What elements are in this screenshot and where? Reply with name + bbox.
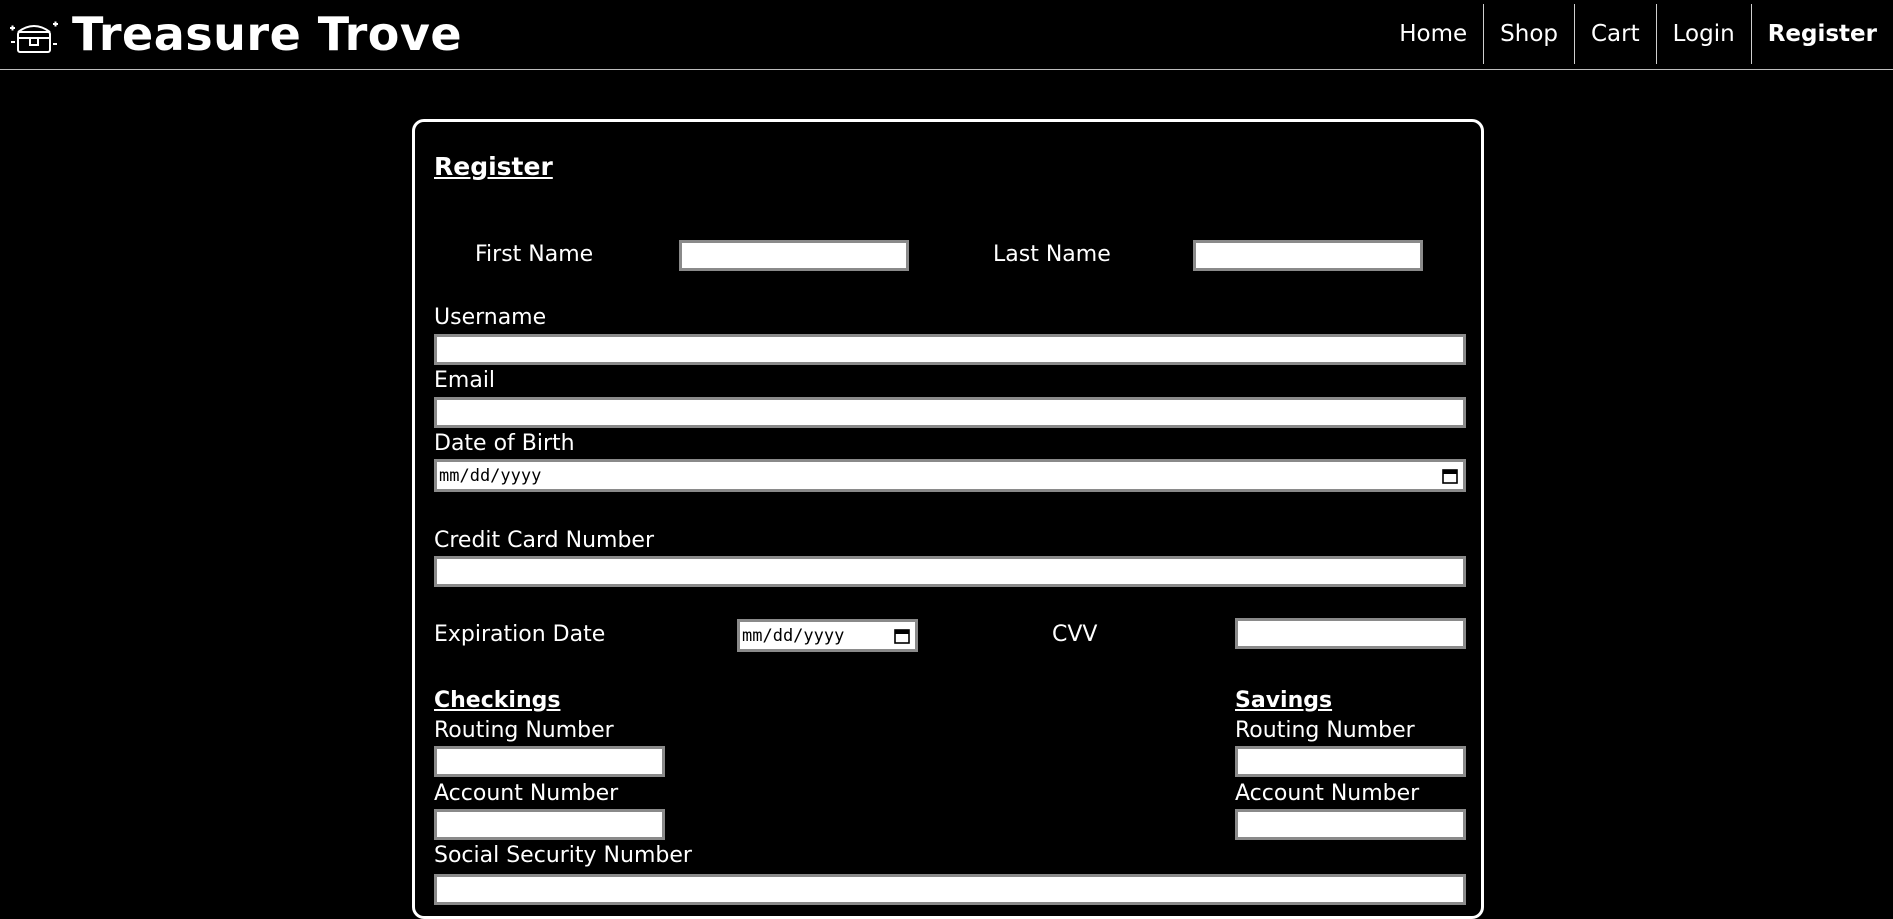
nav-login[interactable]: Login	[1655, 4, 1751, 64]
expiration-placeholder: mm/dd/yyyy	[742, 625, 845, 646]
last-name-label: Last Name	[993, 242, 1111, 267]
dob-placeholder: mm/dd/yyyy	[439, 465, 542, 486]
checkings-account-label: Account Number	[434, 781, 619, 806]
nav-home[interactable]: Home	[1383, 4, 1483, 64]
nav-register[interactable]: Register	[1750, 4, 1893, 64]
register-form: Register First Name Last Name Username E…	[412, 119, 1484, 919]
savings-routing-field[interactable]	[1235, 746, 1466, 777]
username-field[interactable]	[434, 334, 1466, 365]
first-name-field[interactable]	[679, 240, 909, 271]
nav-cart[interactable]: Cart	[1574, 4, 1656, 64]
credit-card-field[interactable]	[434, 556, 1466, 587]
expiration-date-field[interactable]: mm/dd/yyyy	[737, 619, 918, 652]
dob-label: Date of Birth	[434, 431, 575, 456]
nav-shop[interactable]: Shop	[1483, 4, 1574, 64]
checkings-routing-label: Routing Number	[434, 718, 614, 743]
cvv-field[interactable]	[1235, 618, 1466, 649]
last-name-field[interactable]	[1193, 240, 1423, 271]
savings-account-field[interactable]	[1235, 809, 1466, 840]
savings-account-label: Account Number	[1235, 781, 1420, 806]
checkings-account-field[interactable]	[434, 809, 665, 840]
first-name-label: First Name	[475, 242, 594, 267]
expiration-date-label: Expiration Date	[434, 622, 606, 647]
form-title: Register	[434, 152, 553, 181]
email-field[interactable]	[434, 397, 1466, 428]
savings-heading: Savings	[1235, 688, 1333, 713]
email-label: Email	[434, 368, 496, 393]
calendar-icon[interactable]	[893, 627, 911, 645]
checkings-heading: Checkings	[434, 688, 561, 713]
username-label: Username	[434, 305, 547, 330]
checkings-routing-field[interactable]	[434, 746, 665, 777]
ssn-label: Social Security Number	[434, 843, 692, 868]
credit-card-label: Credit Card Number	[434, 528, 654, 553]
calendar-icon[interactable]	[1441, 467, 1459, 485]
site-header: Treasure Trove Home Shop Cart Login Regi…	[0, 0, 1893, 70]
cvv-label: CVV	[1052, 622, 1098, 647]
site-title[interactable]: Treasure Trove	[72, 8, 462, 60]
dob-date-field[interactable]: mm/dd/yyyy	[434, 459, 1466, 492]
savings-routing-label: Routing Number	[1235, 718, 1415, 743]
main-nav: Home Shop Cart Login Register	[1383, 4, 1893, 64]
ssn-field[interactable]	[434, 874, 1466, 905]
treasure-chest-icon[interactable]	[8, 14, 60, 58]
